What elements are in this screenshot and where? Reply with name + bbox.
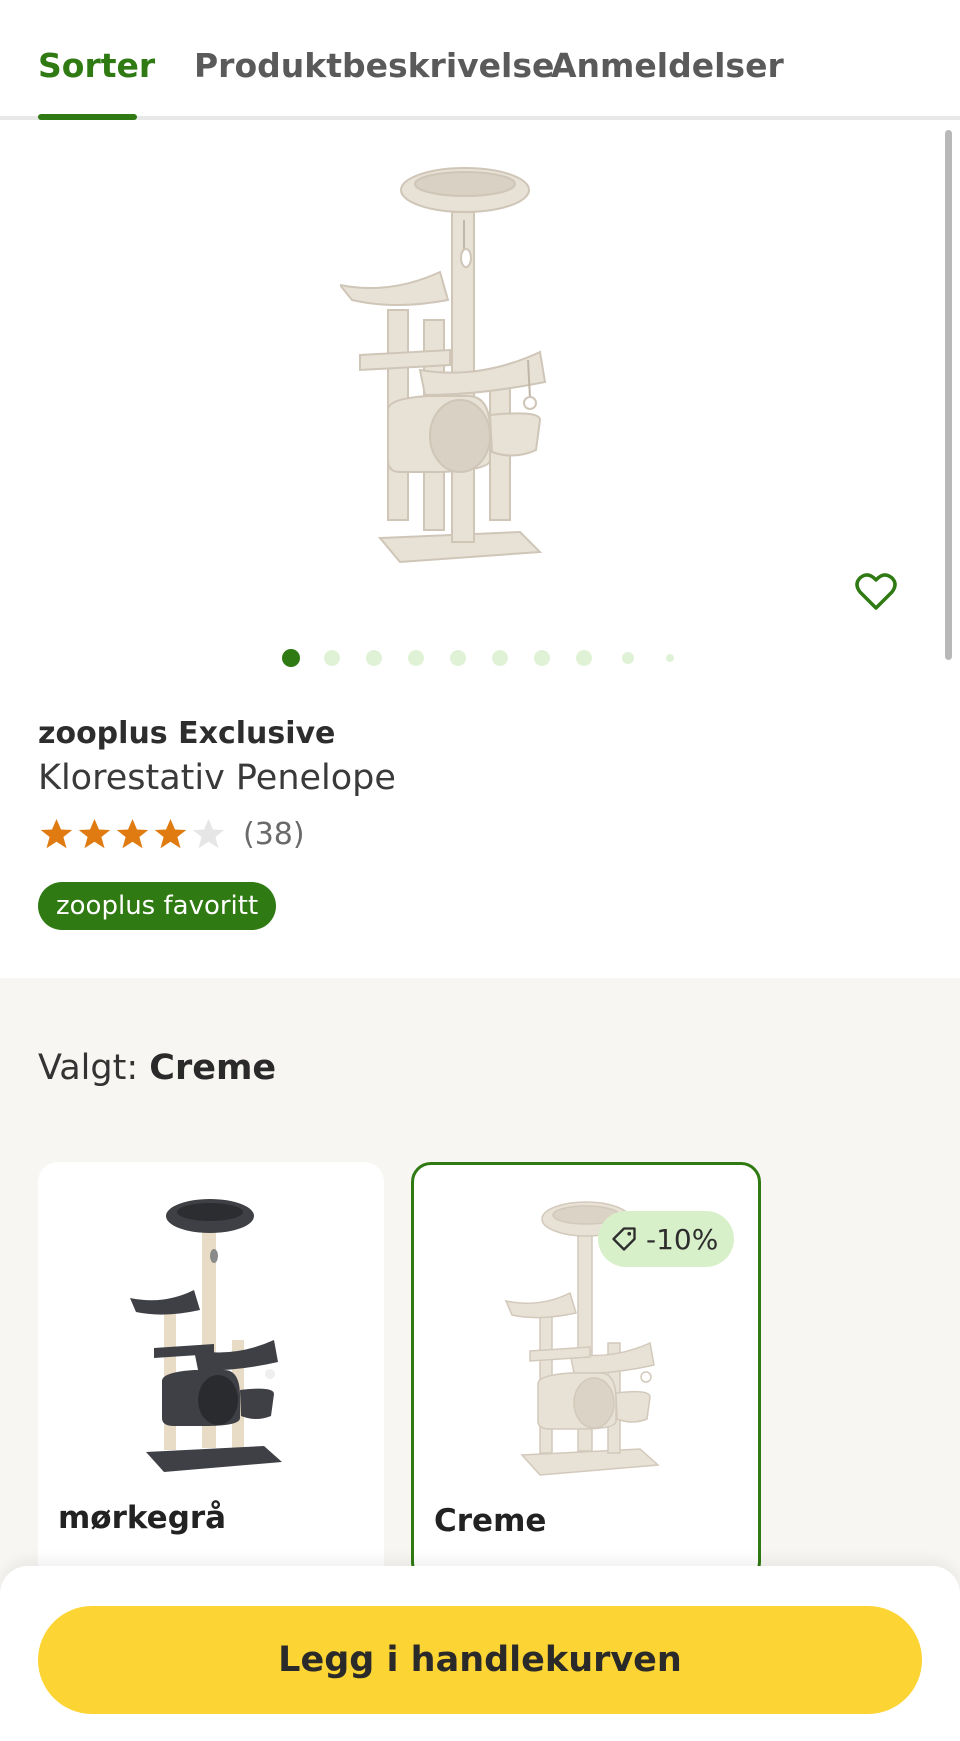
pager-dot[interactable] <box>622 652 634 664</box>
variant-option-creme[interactable]: -10% Creme <box>411 1162 761 1582</box>
selected-variant-label: Valgt: Creme <box>38 1048 276 1088</box>
active-tab-indicator <box>38 114 137 120</box>
heart-icon[interactable] <box>852 568 900 616</box>
tab-bar: Sorter Produktbeskrivelse Anmeldelser <box>0 0 960 120</box>
tab-produktbeskrivelse[interactable]: Produktbeskrivelse <box>194 46 554 85</box>
product-image[interactable] <box>340 160 610 590</box>
bottom-action-bar: Legg i handlekurven <box>0 1566 960 1741</box>
star-rating <box>38 816 227 852</box>
variant-option-morkegra[interactable]: mørkegrå <box>38 1162 384 1582</box>
star-filled-icon <box>116 819 149 849</box>
pager-dot[interactable] <box>282 649 300 667</box>
add-to-cart-button[interactable]: Legg i handlekurven <box>38 1606 922 1714</box>
review-count: (38) <box>243 816 305 852</box>
pager-dot[interactable] <box>666 654 674 662</box>
variant-image <box>130 1199 282 1472</box>
star-filled-icon <box>78 819 111 849</box>
image-pager-dots <box>0 648 960 668</box>
pager-dot[interactable] <box>408 650 424 666</box>
rating-summary[interactable]: (38) <box>38 812 305 856</box>
star-filled-icon <box>40 819 73 849</box>
selected-variant-value: Creme <box>149 1048 277 1088</box>
discount-value: -10% <box>646 1222 719 1256</box>
variant-name: Creme <box>434 1503 547 1539</box>
selected-prefix: Valgt: <box>38 1048 139 1088</box>
tab-sorter[interactable]: Sorter <box>38 46 155 85</box>
pager-dot[interactable] <box>324 650 340 666</box>
discount-badge: -10% <box>598 1211 735 1267</box>
pager-dot[interactable] <box>366 650 382 666</box>
pager-dot[interactable] <box>450 650 466 666</box>
variant-name: mørkegrå <box>58 1500 227 1536</box>
pager-dot[interactable] <box>534 650 550 666</box>
star-empty-icon <box>192 819 225 849</box>
product-title: Klorestativ Penelope <box>38 758 396 798</box>
price-tag-icon <box>612 1227 636 1251</box>
brand-name[interactable]: zooplus Exclusive <box>38 716 335 751</box>
star-filled-icon <box>154 819 187 849</box>
scrollbar[interactable] <box>945 130 952 660</box>
pager-dot[interactable] <box>492 650 508 666</box>
pager-dot[interactable] <box>576 650 592 666</box>
favorite-badge: zooplus favoritt <box>38 882 277 930</box>
tab-anmeldelser[interactable]: Anmeldelser <box>551 46 784 85</box>
